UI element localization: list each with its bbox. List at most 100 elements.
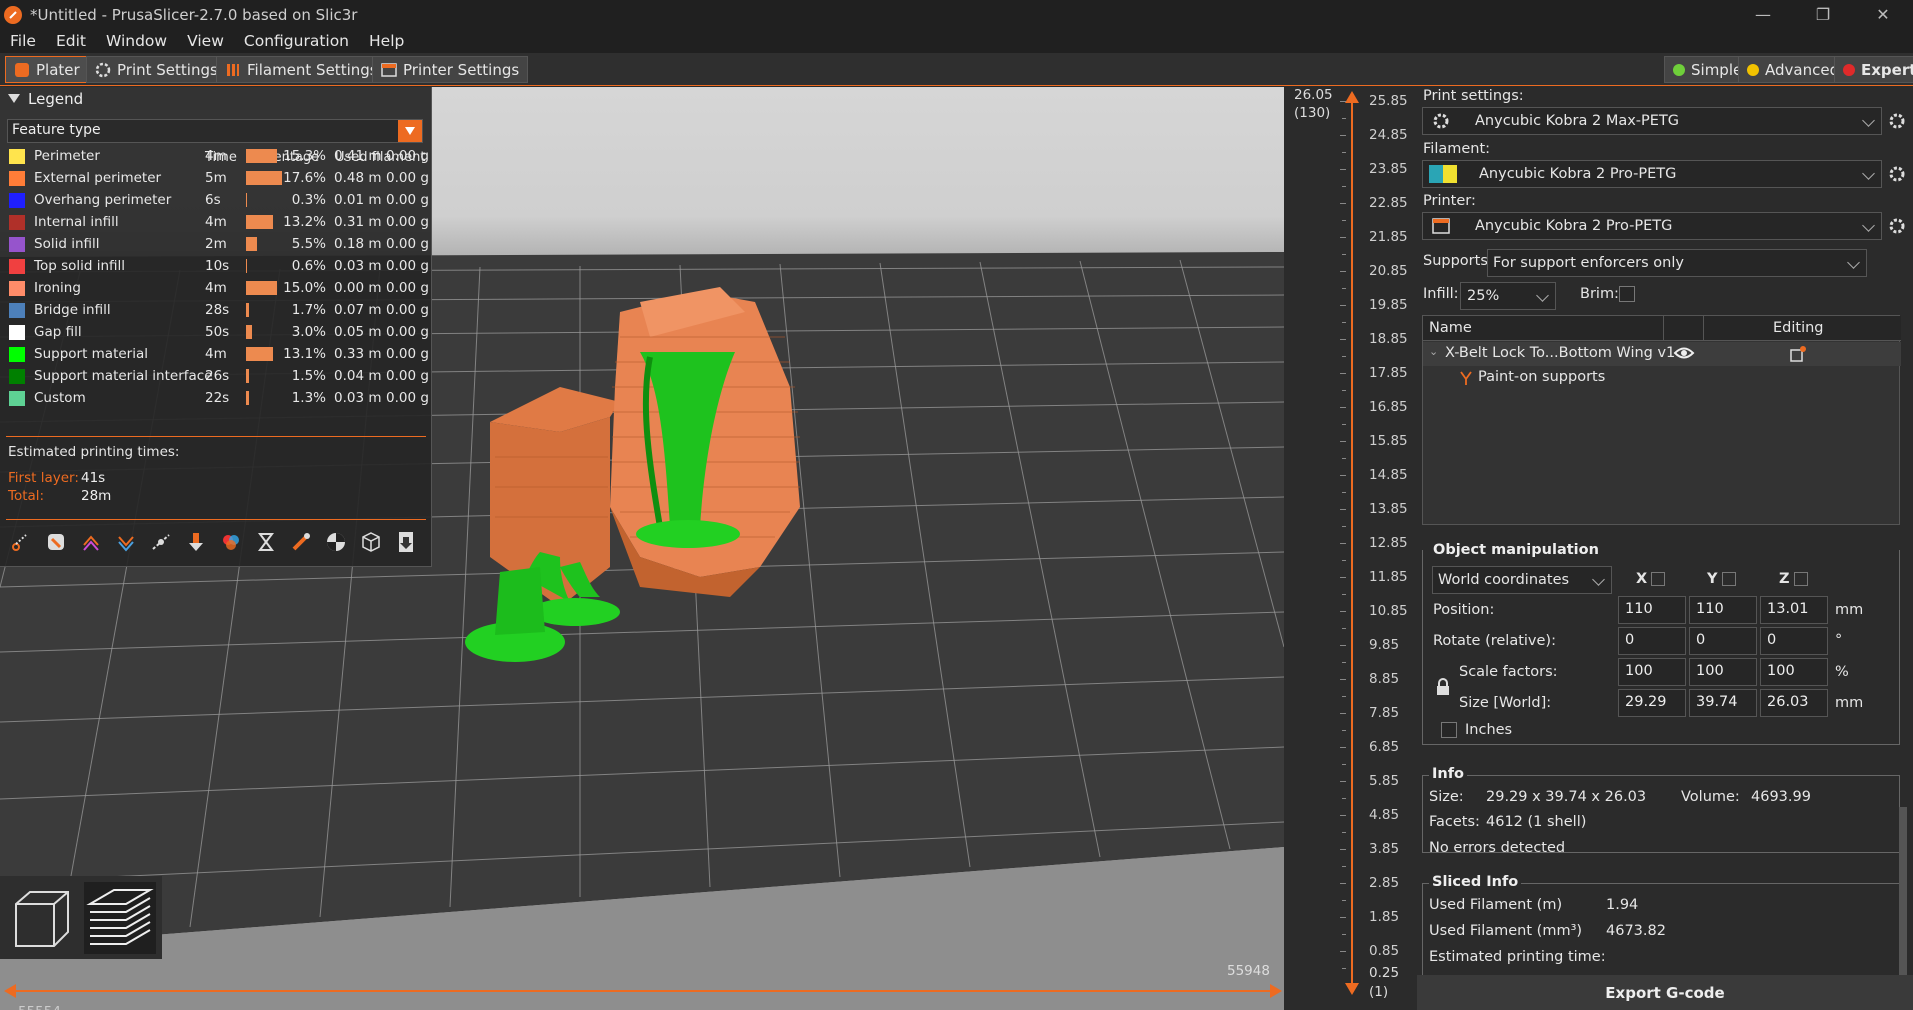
supports-combo[interactable]: For support enforcers only [1487,249,1867,277]
infill-combo[interactable]: 25% [1460,282,1556,310]
layer-tick-mark [1340,849,1346,850]
legend-row[interactable]: Support material interface 26s 1.5% 0.04 m0… [0,365,432,387]
legend-row[interactable]: Bridge infill 28s 1.7% 0.07 m 0.00 g [0,299,432,321]
position-z-input[interactable]: 13.01 [1760,596,1828,624]
bottom-thumb-icon[interactable] [1344,982,1360,996]
left-slider-thumb-icon[interactable] [2,983,18,999]
travel-icon[interactable] [8,529,34,555]
size-y-input[interactable]: 39.74 [1689,689,1757,717]
layer-tick-mark [1340,679,1346,680]
position-y-input[interactable]: 110 [1689,596,1757,624]
legend-row[interactable]: Support material 4m 13.1% 0.33 m 0.00 g [0,343,432,365]
used-filament-m-label: Used Filament (m) [1429,897,1563,913]
tool-marker-icon[interactable] [393,529,419,555]
legend-row[interactable]: Top solid infill 10s 0.6% 0.03 m 0.00 g [0,255,432,277]
tab-plater[interactable]: Plater [5,56,89,83]
legend-row[interactable]: Custom 22s 1.3% 0.03 m 0.00 g [0,387,432,409]
edit-icon[interactable] [1789,345,1807,367]
legend-row[interactable]: Gap fill 50s 3.0% 0.05 m 0.00 g [0,321,432,343]
gear-icon [1431,111,1451,131]
used-filament-mm3-value: 4673.82 [1606,923,1666,939]
scale-z-input[interactable]: 100 [1760,658,1828,686]
layer-slider[interactable]: 26.05 (130) 0.25 (1) 25.85 24.85 23.85 22.8… [1284,87,1417,1010]
tool-changes-icon[interactable] [183,529,209,555]
horizontal-slider[interactable]: 55948 55554 [0,963,1284,1010]
custom-gcode-icon[interactable] [288,529,314,555]
legend-row[interactable]: Internal infill 4m 13.2% 0.31 m 0.00 g [0,211,432,233]
z-drop-to-bed-icon[interactable] [1794,572,1808,586]
object-row[interactable]: ⌄ X-Belt Lock To...Bottom Wing v1 [1423,342,1901,366]
rotate-x-input[interactable]: 0 [1618,627,1686,655]
tab-filament-settings[interactable]: Filament Settings [216,56,387,83]
editing-column-header[interactable]: Editing [1773,320,1824,336]
menu-configuration[interactable]: Configuration [234,32,359,50]
legend-row[interactable]: Ironing 4m 15.0% 0.00 m 0.00 g [0,277,432,299]
inches-checkbox[interactable] [1441,722,1457,738]
retractions-icon[interactable] [78,529,104,555]
menu-edit[interactable]: Edit [46,32,96,50]
eye-icon[interactable] [1673,344,1695,366]
coordinates-combo[interactable]: World coordinates [1432,566,1612,594]
filament-combo[interactable]: Anycubic Kobra 2 Pro-PETG [1422,160,1882,188]
size-x-input[interactable]: 29.29 [1618,689,1686,717]
legend-row[interactable]: Perimeter 4m 15.3% 0.41 m 0.00 g [0,145,432,167]
printer-combo[interactable]: Anycubic Kobra 2 Pro-PETG [1422,212,1882,240]
gear-icon[interactable] [1887,164,1907,188]
right-slider-thumb-icon[interactable] [1268,983,1284,999]
seams-icon[interactable] [148,529,174,555]
chevron-down-icon[interactable] [398,120,422,142]
menu-window[interactable]: Window [96,32,177,50]
size-z-input[interactable]: 26.03 [1760,689,1828,717]
deretractions-icon[interactable] [113,529,139,555]
preview-button[interactable] [84,882,156,954]
legend-row[interactable]: External perimeter 5m 17.6% 0.48 m 0.00 g [0,167,432,189]
close-icon[interactable]: ✕ [1853,0,1913,29]
color-changes-icon[interactable] [218,529,244,555]
scale-x-input[interactable]: 100 [1618,658,1686,686]
x-drop-to-bed-icon[interactable] [1651,572,1665,586]
layer-tick-label: 17.85 [1369,365,1408,381]
position-x-input[interactable]: 110 [1618,596,1686,624]
gear-icon[interactable] [1887,216,1907,240]
y-drop-to-bed-icon[interactable] [1722,572,1736,586]
rotate-z-input[interactable]: 0 [1760,627,1828,655]
feature-time: 28s [205,302,230,318]
horizontal-slider-track[interactable] [10,990,1275,992]
name-column-header[interactable]: Name [1429,320,1472,336]
view-type-select[interactable]: Feature type [7,119,423,143]
rotate-y-input[interactable]: 0 [1689,627,1757,655]
minimize-icon[interactable]: — [1733,0,1793,29]
mode-advanced-button[interactable]: Advanced [1738,56,1849,83]
feature-name: Top solid infill [34,258,126,274]
mode-expert-button[interactable]: Expert [1834,56,1913,83]
paint-on-supports-row[interactable]: Paint-on supports [1423,366,1901,390]
legend-row[interactable]: Overhang perimeter 6s 0.3% 0.01 m 0.00 g [0,189,432,211]
tab-print-settings[interactable]: Print Settings [86,56,227,83]
menu-help[interactable]: Help [359,32,414,50]
restore-icon[interactable]: ❐ [1793,0,1853,29]
center-of-gravity-icon[interactable] [323,529,349,555]
gear-icon[interactable] [1887,111,1907,135]
legend-row[interactable]: Solid infill 2m 5.5% 0.18 m 0.00 g [0,233,432,255]
3d-view-button[interactable] [6,882,78,954]
legend-header[interactable]: Legend [0,87,431,110]
layer-slider-track[interactable] [1351,95,1353,990]
pause-prints-icon[interactable] [253,529,279,555]
top-thumb-icon[interactable] [1344,90,1360,104]
wipe-icon[interactable] [43,529,69,555]
support-icon [1459,370,1473,390]
object-name[interactable]: X-Belt Lock To...Bottom Wing v1 [1445,345,1675,361]
shells-icon[interactable] [358,529,384,555]
scale-y-input[interactable]: 100 [1689,658,1757,686]
lock-icon[interactable] [1435,677,1451,701]
menu-view[interactable]: View [177,32,234,50]
color-swatch-icon [9,215,25,230]
tab-plater-label: Plater [36,60,80,79]
tab-printer-settings[interactable]: Printer Settings [372,56,529,83]
export-gcode-button[interactable]: Export G-code [1417,975,1913,1010]
expand-chevron-icon[interactable]: ⌄ [1429,345,1438,358]
brim-checkbox[interactable] [1619,286,1635,302]
print-settings-combo[interactable]: Anycubic Kobra 2 Max-PETG [1422,107,1882,135]
supports-value: For support enforcers only [1493,255,1684,271]
menu-file[interactable]: File [0,32,46,50]
